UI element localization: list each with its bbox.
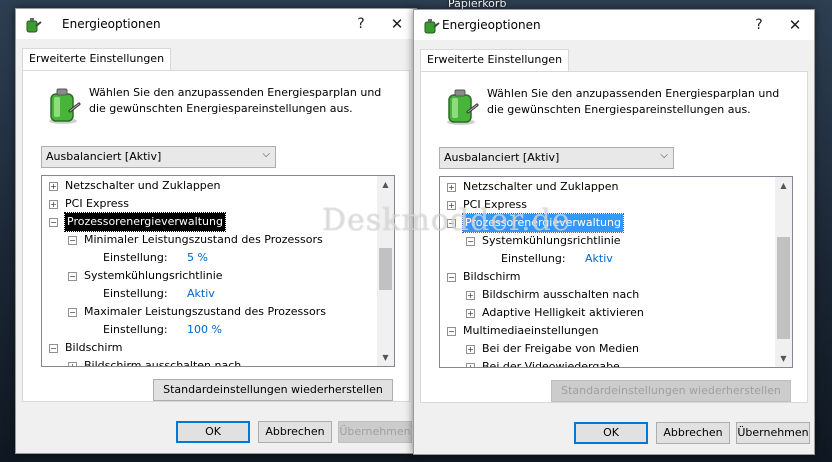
cancel-button[interactable]: Abbrechen (258, 421, 332, 443)
setting-value-link[interactable]: 100 % (187, 321, 222, 339)
window-title: Energieoptionen (442, 18, 541, 32)
power-plan-value: Ausbalanciert [Aktiv] (444, 151, 560, 164)
cancel-button[interactable]: Abbrechen (656, 422, 730, 444)
expand-icon[interactable]: + (466, 345, 475, 354)
chevron-down-icon: ⌵ (262, 149, 270, 160)
restore-defaults-button[interactable]: Standardeinstellungen wiederherstellen (153, 379, 393, 401)
expand-icon[interactable]: + (447, 183, 456, 192)
collapse-icon[interactable]: − (447, 219, 456, 228)
tab-advanced-settings[interactable]: Erweiterte Einstellungen (420, 49, 570, 72)
close-button[interactable]: ✕ (784, 15, 806, 35)
tree-item-label[interactable]: Minimaler Leistungszustand des Prozessor… (84, 231, 323, 249)
expand-icon[interactable]: + (49, 182, 58, 191)
tree-item-label[interactable]: Bildschirm (65, 339, 123, 357)
vertical-scrollbar[interactable]: ▲ ▼ (775, 177, 792, 367)
tree-item-label[interactable]: Systemkühlungsrichtlinie (482, 232, 621, 250)
setting-label: Einstellung: (103, 251, 168, 264)
tree-item-label[interactable]: Prozessorenergieverwaltung (462, 213, 624, 233)
dialog-body: Erweiterte Einstellungen Wählen Sie den … (414, 40, 814, 454)
tree-item-label[interactable]: Maximaler Leistungszustand des Prozessor… (84, 303, 326, 321)
settings-tree[interactable]: + Bei der Videowiedergabe + Bei der Freigab… (439, 176, 793, 368)
collapse-icon[interactable]: − (466, 237, 475, 246)
tree-item-label[interactable]: Bei der Freigabe von Medien (482, 340, 639, 358)
expand-icon[interactable]: + (466, 291, 475, 300)
help-button[interactable]: ? (748, 15, 770, 35)
battery-icon (49, 88, 81, 124)
scroll-thumb[interactable] (777, 237, 790, 339)
power-options-dialog-right: Energieoptionen ? ✕ Erweiterte Einstellu… (413, 9, 815, 455)
expand-icon[interactable]: + (447, 201, 456, 210)
tree-item-label[interactable]: PCI Express (463, 196, 527, 214)
tree-item-label[interactable]: Adaptive Helligkeit aktivieren (482, 304, 644, 322)
collapse-icon[interactable]: − (68, 272, 77, 281)
settings-tree[interactable]: + Bildschirm ausschalten nach − Bildschirm E… (41, 175, 395, 367)
tree-item-label[interactable]: PCI Express (65, 195, 129, 213)
tree-item-label[interactable]: Netzschalter und Zuklappen (65, 177, 221, 195)
scroll-down-icon[interactable]: ▼ (377, 349, 394, 366)
setting-value-link[interactable]: Aktiv (187, 285, 215, 303)
scroll-up-icon[interactable]: ▲ (775, 177, 792, 194)
vertical-scrollbar[interactable]: ▲ ▼ (377, 176, 394, 366)
scroll-thumb[interactable] (379, 248, 392, 290)
collapse-icon[interactable]: − (49, 344, 58, 353)
tree-item-label[interactable]: Systemkühlungsrichtlinie (84, 267, 223, 285)
power-plan-value: Ausbalanciert [Aktiv] (46, 150, 162, 163)
tree-item-label[interactable]: Multimediaeinstellungen (463, 322, 599, 340)
setting-label: Einstellung: (103, 287, 168, 300)
restore-defaults-button[interactable]: Standardeinstellungen wiederherstellen (551, 380, 791, 402)
setting-value-link[interactable]: Aktiv (585, 250, 613, 268)
close-button[interactable]: ✕ (386, 14, 408, 34)
scroll-down-icon[interactable]: ▼ (775, 350, 792, 367)
tree-item-label[interactable]: Prozessorenergieverwaltung (64, 212, 226, 232)
tab-panel: Wählen Sie den anzupassenden Energiespar… (22, 70, 410, 402)
battery-icon (447, 89, 479, 125)
window-title: Energieoptionen (62, 17, 161, 31)
tree-item-label[interactable]: Bildschirm ausschalten nach (84, 357, 241, 366)
power-options-icon (424, 19, 440, 34)
collapse-icon[interactable]: − (49, 218, 58, 227)
collapse-icon[interactable]: − (447, 327, 456, 336)
dialog-body: Erweiterte Einstellungen Wählen Sie den … (16, 39, 416, 453)
intro-text: Wählen Sie den anzupassenden Energiespar… (89, 86, 382, 115)
collapse-icon[interactable]: − (68, 308, 77, 317)
expand-icon[interactable]: + (68, 362, 77, 366)
setting-label: Einstellung: (103, 323, 168, 336)
power-plan-select[interactable]: Ausbalanciert [Aktiv] ⌵ (41, 146, 276, 168)
collapse-icon[interactable]: − (447, 273, 456, 282)
chevron-down-icon: ⌵ (660, 150, 668, 161)
tree-item-label[interactable]: Bei der Videowiedergabe (482, 358, 620, 367)
setting-value-link[interactable]: 5 % (187, 249, 208, 267)
tree-item-label[interactable]: Bildschirm ausschalten nach (482, 286, 639, 304)
tab-advanced-settings[interactable]: Erweiterte Einstellungen (22, 48, 172, 71)
expand-icon[interactable]: + (466, 309, 475, 318)
tree-item-label[interactable]: Netzschalter und Zuklappen (463, 178, 619, 196)
expand-icon[interactable]: + (49, 200, 58, 209)
apply-button[interactable]: Übernehmen (338, 421, 412, 443)
intro-text: Wählen Sie den anzupassenden Energiespar… (487, 87, 780, 116)
setting-label: Einstellung: (501, 252, 566, 265)
tab-panel: Wählen Sie den anzupassenden Energiespar… (420, 71, 808, 403)
apply-button[interactable]: Übernehmen (736, 422, 810, 444)
ok-button[interactable]: OK (574, 422, 648, 444)
power-options-icon (26, 18, 42, 33)
title-bar[interactable]: Energieoptionen ? ✕ (16, 9, 416, 39)
ok-button[interactable]: OK (176, 421, 250, 443)
collapse-icon[interactable]: − (68, 236, 77, 245)
tree-item-label[interactable]: Bildschirm (463, 268, 521, 286)
help-button[interactable]: ? (350, 14, 372, 34)
expand-icon[interactable]: + (466, 363, 475, 367)
power-options-dialog-left: Energieoptionen ? ✕ Erweiterte Einstellu… (15, 8, 417, 454)
title-bar[interactable]: Energieoptionen ? ✕ (414, 10, 814, 40)
power-plan-select[interactable]: Ausbalanciert [Aktiv] ⌵ (439, 147, 674, 169)
scroll-up-icon[interactable]: ▲ (377, 176, 394, 193)
